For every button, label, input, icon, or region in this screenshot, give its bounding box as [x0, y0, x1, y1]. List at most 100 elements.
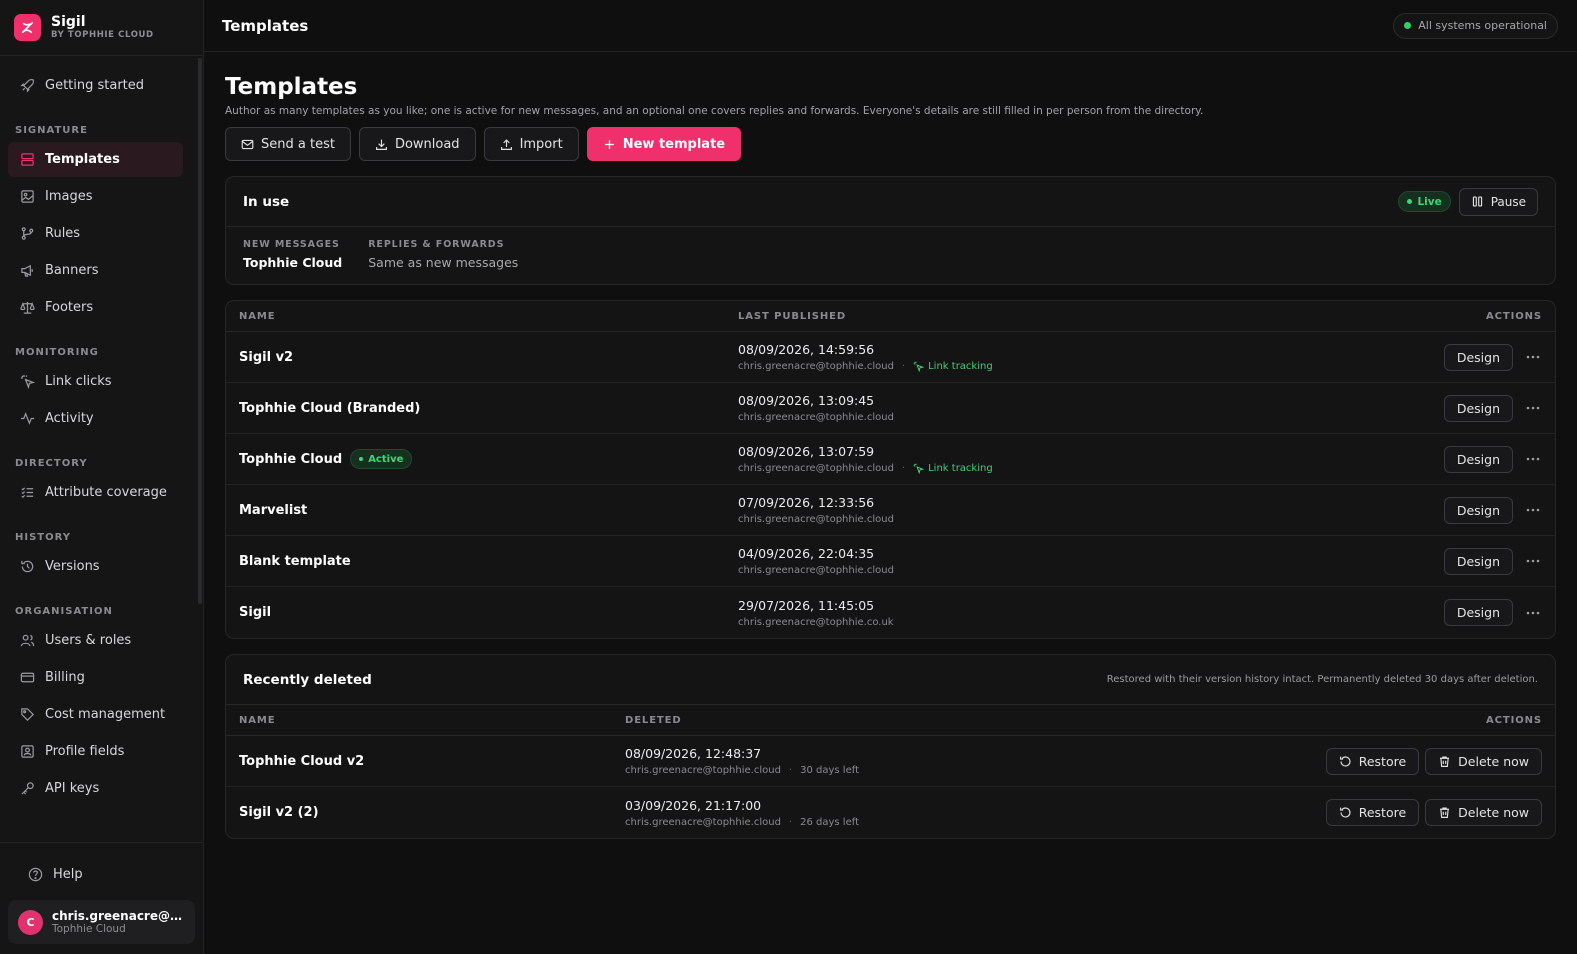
design-button[interactable]: Design [1443, 394, 1513, 422]
column-header-name: NAME [239, 310, 276, 322]
cursor-click-icon [20, 374, 35, 389]
system-status-text: All systems operational [1418, 19, 1547, 32]
download-button[interactable]: Download [358, 127, 476, 161]
delete-now-button[interactable]: Delete now [1425, 747, 1542, 775]
deleted-cell: 08/09/2026, 12:48:37 chris.greenacre@top… [625, 746, 1326, 776]
sidebar-item-label: Activity [45, 411, 94, 426]
sidebar-item-banners[interactable]: Banners [8, 253, 183, 288]
restore-icon [1339, 807, 1351, 818]
main-content: Templates All systems operational Templa… [204, 0, 1577, 954]
sidebar-item-versions[interactable]: Versions [8, 549, 183, 584]
sidebar-item-link-clicks[interactable]: Link clicks [8, 364, 183, 399]
send-test-button[interactable]: Send a test [225, 127, 351, 161]
table-row[interactable]: Marvelist 07/09/2026, 12:33:56 chris.gre… [226, 485, 1555, 536]
sidebar-item-label: API keys [45, 781, 100, 796]
more-actions-button[interactable] [1524, 348, 1542, 366]
published-date: 07/09/2026, 12:33:56 [738, 495, 875, 510]
sidebar-item-help[interactable]: Help [16, 857, 187, 892]
table-row[interactable]: Sigil v2 (2) 03/09/2026, 21:17:00 chris.… [226, 787, 1555, 838]
user-email: chris.greenacre@tophhie.cloud [52, 909, 184, 923]
user-org: Tophhie Cloud [52, 923, 126, 935]
more-actions-button[interactable] [1524, 399, 1542, 417]
restore-button[interactable]: Restore [1325, 799, 1420, 826]
recently-deleted-card: Recently deleted Restored with their ver… [225, 654, 1556, 839]
sidebar-item-templates[interactable]: Templates [8, 142, 183, 177]
recently-deleted-note: Restored with their version history inta… [1106, 674, 1538, 685]
sidebar-item-profile-fields[interactable]: Profile fields [8, 734, 183, 769]
sidebar-item-cost-management[interactable]: Cost management [8, 697, 183, 732]
sidebar-item-activity[interactable]: Activity [8, 401, 183, 436]
new-messages-value: Tophhie Cloud [243, 255, 343, 270]
import-button[interactable]: Import [483, 127, 579, 161]
restore-button[interactable]: Restore [1325, 747, 1420, 775]
brand[interactable]: Sigil BY TOPHHIE CLOUD [0, 0, 203, 56]
in-use-details: NEW MESSAGES Tophhie Cloud REPLIES & FOR… [226, 227, 1555, 284]
sidebar-item-label: Billing [45, 670, 85, 685]
actions-cell: Design [1443, 445, 1542, 473]
sidebar-item-billing[interactable]: Billing [8, 660, 183, 695]
actions-cell: Design [1443, 599, 1542, 626]
table-row[interactable]: Sigil v2 08/09/2026, 14:59:56 chris.gree… [226, 332, 1555, 383]
published-by: chris.greenacre@tophhie.cloud [738, 412, 894, 423]
new-messages-label: NEW MESSAGES [243, 239, 340, 250]
sidebar-item-images[interactable]: Images [8, 179, 183, 214]
sidebar-scrollbar[interactable] [198, 58, 202, 604]
rocket-icon [20, 79, 34, 93]
more-actions-button[interactable] [1524, 604, 1542, 622]
table-row[interactable]: Tophhie Cloud (Branded) 08/09/2026, 13:0… [226, 383, 1555, 434]
trash-icon [1440, 755, 1450, 767]
avatar: C [18, 909, 43, 935]
more-actions-button[interactable] [1524, 450, 1542, 468]
delete-now-label: Delete now [1458, 805, 1529, 820]
plus-icon [604, 139, 614, 149]
sidebar-nav: Getting started SIGNATURE Templates Imag… [0, 66, 191, 808]
restore-label: Restore [1358, 753, 1407, 769]
table-row[interactable]: Sigil 29/07/2026, 11:45:05 chris.greenac… [226, 587, 1555, 638]
mail-icon [241, 139, 254, 149]
link-tracking-tag: Link tracking [913, 361, 993, 372]
brand-name: Sigil [51, 13, 86, 30]
actions-cell: Restore Delete now [1325, 799, 1542, 826]
table-row[interactable]: Blank template 04/09/2026, 22:04:35 chri… [226, 536, 1555, 587]
toolbar: Send a test Download Import New template [225, 127, 1556, 161]
sidebar-item-label: Link clicks [45, 374, 112, 389]
upload-icon [500, 138, 512, 150]
tag-icon [21, 708, 34, 721]
design-button[interactable]: Design [1443, 599, 1513, 626]
sidebar-item-api-keys[interactable]: API keys [8, 771, 183, 806]
sidebar-item-footers[interactable]: Footers [8, 290, 183, 325]
user-menu[interactable]: C chris.greenacre@tophhie.cloud Tophhie … [8, 900, 195, 944]
table-row[interactable]: Tophhie Cloud v2 08/09/2026, 12:48:37 ch… [226, 736, 1555, 787]
pause-label: Pause [1490, 194, 1526, 209]
separator-dot: · [901, 361, 906, 372]
new-template-button[interactable]: New template [586, 127, 742, 161]
design-button[interactable]: Design [1443, 547, 1513, 575]
column-header-name: NAME [239, 714, 276, 726]
design-button[interactable]: Design [1443, 343, 1513, 371]
sidebar-item-label: Versions [45, 559, 100, 574]
design-button[interactable]: Design [1443, 445, 1513, 473]
live-badge: Live [1398, 191, 1451, 212]
delete-now-button[interactable]: Delete now [1425, 799, 1542, 826]
pause-button[interactable]: Pause [1458, 187, 1538, 216]
sidebar-item-label: Rules [45, 226, 81, 241]
in-use-title: In use [243, 193, 290, 210]
sidebar-section-title: SIGNATURE [15, 125, 88, 136]
sidebar-item-rules[interactable]: Rules [8, 216, 183, 251]
more-actions-button[interactable] [1524, 501, 1542, 519]
topbar: Templates All systems operational [204, 0, 1577, 52]
table-row[interactable]: Tophhie Cloud Active 08/09/2026, 13:07:5… [226, 434, 1555, 485]
sidebar-item-users-roles[interactable]: Users & roles [8, 623, 183, 658]
replies-label: REPLIES & FORWARDS [368, 239, 505, 250]
published-by: chris.greenacre@tophhie.cloud [738, 361, 894, 372]
system-status-badge[interactable]: All systems operational [1393, 12, 1558, 39]
more-icon [1526, 355, 1540, 359]
card-icon [20, 672, 35, 683]
sidebar-item-attribute-coverage[interactable]: Attribute coverage [8, 475, 183, 510]
sidebar-item-label: Attribute coverage [45, 485, 167, 500]
sidebar-item-getting-started[interactable]: Getting started [8, 68, 183, 103]
more-actions-button[interactable] [1524, 552, 1542, 570]
download-icon [375, 139, 387, 150]
design-button[interactable]: Design [1443, 496, 1513, 524]
sidebar-item-label: Help [53, 867, 83, 882]
